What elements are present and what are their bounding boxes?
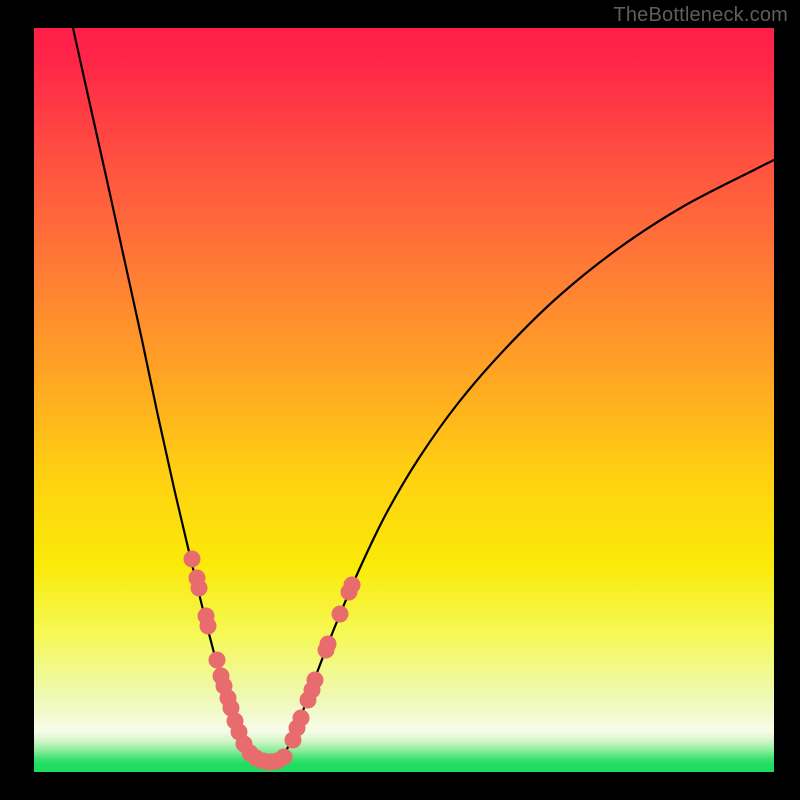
- data-dot: [200, 618, 217, 635]
- data-dots: [184, 551, 361, 771]
- data-dot: [191, 580, 208, 597]
- data-dot: [332, 606, 349, 623]
- data-dot: [209, 652, 226, 669]
- watermark-text: TheBottleneck.com: [613, 4, 788, 27]
- data-dot: [184, 551, 201, 568]
- data-dot: [293, 710, 310, 727]
- right-curve: [282, 160, 774, 760]
- left-curve: [73, 28, 249, 760]
- data-dot: [320, 636, 337, 653]
- plot-area: [34, 28, 774, 772]
- curves-layer: [34, 28, 774, 772]
- data-dot: [307, 672, 324, 689]
- data-dot: [344, 577, 361, 594]
- data-dot: [276, 749, 293, 766]
- outer-frame: TheBottleneck.com: [0, 0, 800, 800]
